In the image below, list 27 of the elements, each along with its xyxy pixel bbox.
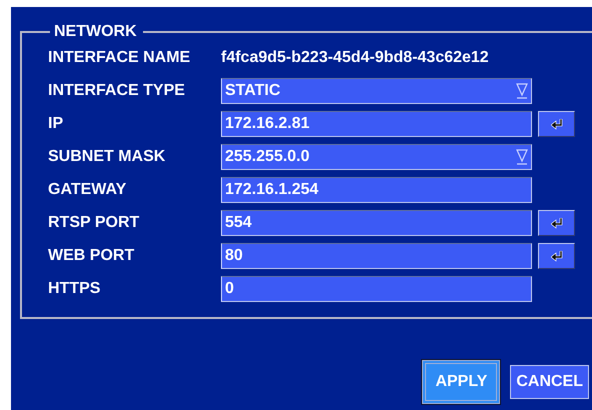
field-label: GATEWAY bbox=[48, 181, 128, 199]
enter-arrow-icon bbox=[550, 250, 562, 262]
input-field[interactable]: 80 bbox=[221, 243, 532, 269]
field-label: RTSP PORT bbox=[48, 214, 140, 232]
section-title: NETWORK bbox=[53, 23, 138, 41]
field-value: f4fca9d5-b223-45d4-9bd8-43c62e12 bbox=[221, 49, 489, 67]
input-field[interactable]: 0 bbox=[221, 276, 532, 302]
input-field[interactable]: 554 bbox=[221, 210, 532, 236]
enter-arrow-icon bbox=[550, 118, 562, 130]
apply-button[interactable]: APPLY bbox=[422, 360, 500, 404]
dropdown-caret-icon bbox=[516, 148, 528, 166]
enter-button[interactable] bbox=[538, 111, 575, 137]
field-label: INTERFACE TYPE bbox=[48, 82, 186, 100]
enter-button[interactable] bbox=[538, 210, 575, 236]
field-label: SUBNET MASK bbox=[48, 148, 166, 166]
input-field[interactable]: 172.16.1.254 bbox=[221, 177, 532, 203]
field-label: IP bbox=[48, 115, 64, 133]
dropdown-field[interactable]: 255.255.0.0 bbox=[221, 144, 532, 170]
cancel-button[interactable]: CANCEL bbox=[510, 365, 589, 399]
field-label: INTERFACE NAME bbox=[48, 49, 192, 67]
dropdown-caret-icon bbox=[516, 82, 528, 100]
field-label: WEB PORT bbox=[48, 247, 136, 265]
dropdown-field[interactable]: STATIC bbox=[221, 78, 532, 104]
enter-button[interactable] bbox=[538, 243, 575, 269]
enter-arrow-icon bbox=[550, 218, 562, 228]
field-label: HTTPS bbox=[48, 280, 102, 298]
input-field[interactable]: 172.16.2.81 bbox=[221, 111, 532, 137]
